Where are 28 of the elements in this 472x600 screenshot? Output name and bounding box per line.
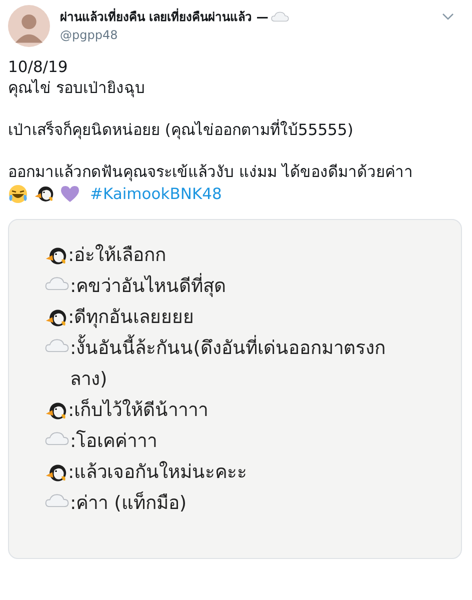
penguin-icon xyxy=(45,400,67,422)
avatar[interactable] xyxy=(8,5,50,47)
note-line: :อ่ะให้เลือกก xyxy=(68,243,166,268)
tweet-text: 10/8/19 คุณไข่ รอบเป่ายิงฉุบ xyxy=(8,57,146,99)
user-handle[interactable]: @pgpp48 xyxy=(60,28,432,42)
penguin-icon xyxy=(45,462,67,484)
tweet-text: ออกมาแล้วกดฟันคุณจระเข้แล้วงับ แง่มม ได้ของดีมาด้วยค่าา xyxy=(8,162,414,183)
penguin-icon xyxy=(45,245,67,267)
penguin-icon xyxy=(34,184,54,204)
display-name[interactable]: ผ่านแล้วเที่ยงคืน เลยเที่ยงคืนผ่านแล้ว — xyxy=(60,7,268,26)
chevron-down-icon[interactable] xyxy=(442,13,454,21)
cloud-icon xyxy=(45,338,69,352)
note-line: :โอเคค่าาา xyxy=(70,429,158,454)
cloud-icon xyxy=(45,493,69,508)
cloud-icon xyxy=(45,276,69,290)
hashtag-link[interactable]: #KaimookBNK48 xyxy=(90,184,222,204)
note-line: :ค่าา (แท็กมือ) xyxy=(70,490,187,516)
note-line: :งั้นอันนี้ล้ะกันน(ดึงอันที่เด่นออกมาตรงกลาง) xyxy=(70,333,421,395)
note-line: :ดีทุกอันเลยยยย xyxy=(68,306,194,330)
cloud-icon xyxy=(45,431,69,446)
heart-icon xyxy=(60,185,80,203)
laughing-face-icon xyxy=(8,184,28,204)
note-line: :แล้วเจอกันใหม่นะคะะ xyxy=(68,460,248,485)
tweet-text: เป่าเสร็จก็คุยนิดหน่อยย (คุณไข่ออกตามที่ใบ้55555) xyxy=(8,120,354,141)
note-line: :คขว่าอันไหนดีที่สุด xyxy=(70,271,226,302)
note-line: :เก็บไว้ให้ดีน้าาาา xyxy=(68,398,208,423)
penguin-icon xyxy=(45,307,67,329)
cloud-icon xyxy=(271,11,290,22)
